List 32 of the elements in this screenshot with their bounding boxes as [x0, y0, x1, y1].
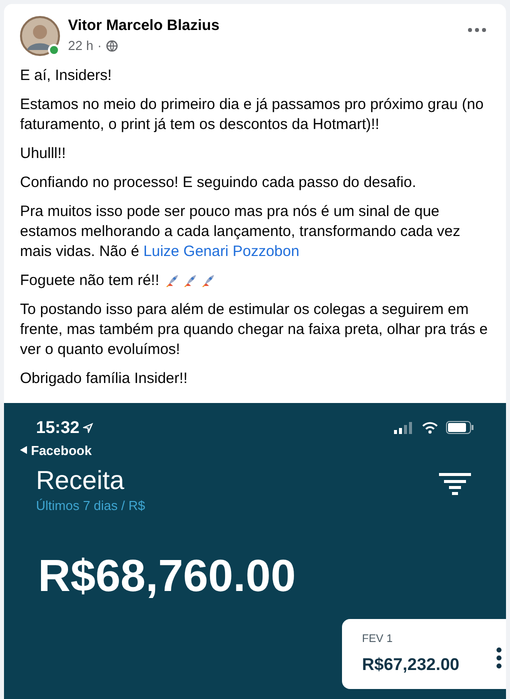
rocket-icon — [182, 273, 198, 289]
post-text: E aí, Insiders! — [20, 66, 113, 86]
more-vertical-icon[interactable] — [496, 647, 502, 669]
wifi-icon — [422, 422, 438, 434]
screen-title: Receita — [36, 464, 124, 496]
revenue-total: R$68,760.00 — [37, 550, 296, 602]
status-time: 15:32 — [36, 417, 80, 439]
mention-link[interactable]: Luize Genari Pozzobon — [143, 243, 300, 260]
screen-subtitle: Últimos 7 dias / R$ — [35, 497, 146, 515]
post-text: Estamos no meio do primeiro dia e já passamos pro próximo grau (no faturamento, o print já tem os descontos da Hotmart)!! — [20, 95, 485, 135]
post-text: Pra muitos isso pode ser pouco mas pra nós é um sinal de que estamos melhorando a cada lançamento, transformando cada vez mais vidas. Não é Luize Genari Pozzobon — [20, 202, 462, 262]
battery-icon — [446, 421, 474, 434]
author-name[interactable]: Vitor Marcelo Blazius — [68, 16, 220, 36]
post-text: Uhulll!! — [20, 144, 67, 164]
globe-icon — [106, 40, 118, 52]
rocket-icon — [200, 273, 216, 289]
post-text: Foguete não tem ré!! — [20, 271, 160, 291]
post-text: Obrigado família Insider!! — [20, 369, 189, 389]
back-link[interactable]: Facebook — [31, 440, 92, 460]
post-text: To postando isso para além de estimular os colegas a seguirem em frente, mas também pra quando chegar na faixa preta, olhar pra trás e ver o quanto evoluímos! — [20, 300, 489, 360]
filter-icon[interactable] — [439, 473, 471, 495]
rocket-icon — [164, 273, 180, 289]
signal-icon — [394, 422, 414, 434]
tooltip-date: FEV 1 — [362, 632, 394, 647]
post-text: Confiando no processo! E seguindo cada passo do desafio. — [20, 173, 418, 193]
avatar[interactable] — [20, 16, 60, 56]
location-arrow-icon — [83, 422, 94, 433]
separator: · — [97, 37, 102, 55]
tooltip-value: R$67,232.00 — [362, 654, 460, 676]
more-options-icon[interactable] — [468, 28, 486, 32]
back-arrow-icon[interactable] — [20, 446, 27, 454]
post-time[interactable]: 22 h — [68, 36, 94, 56]
